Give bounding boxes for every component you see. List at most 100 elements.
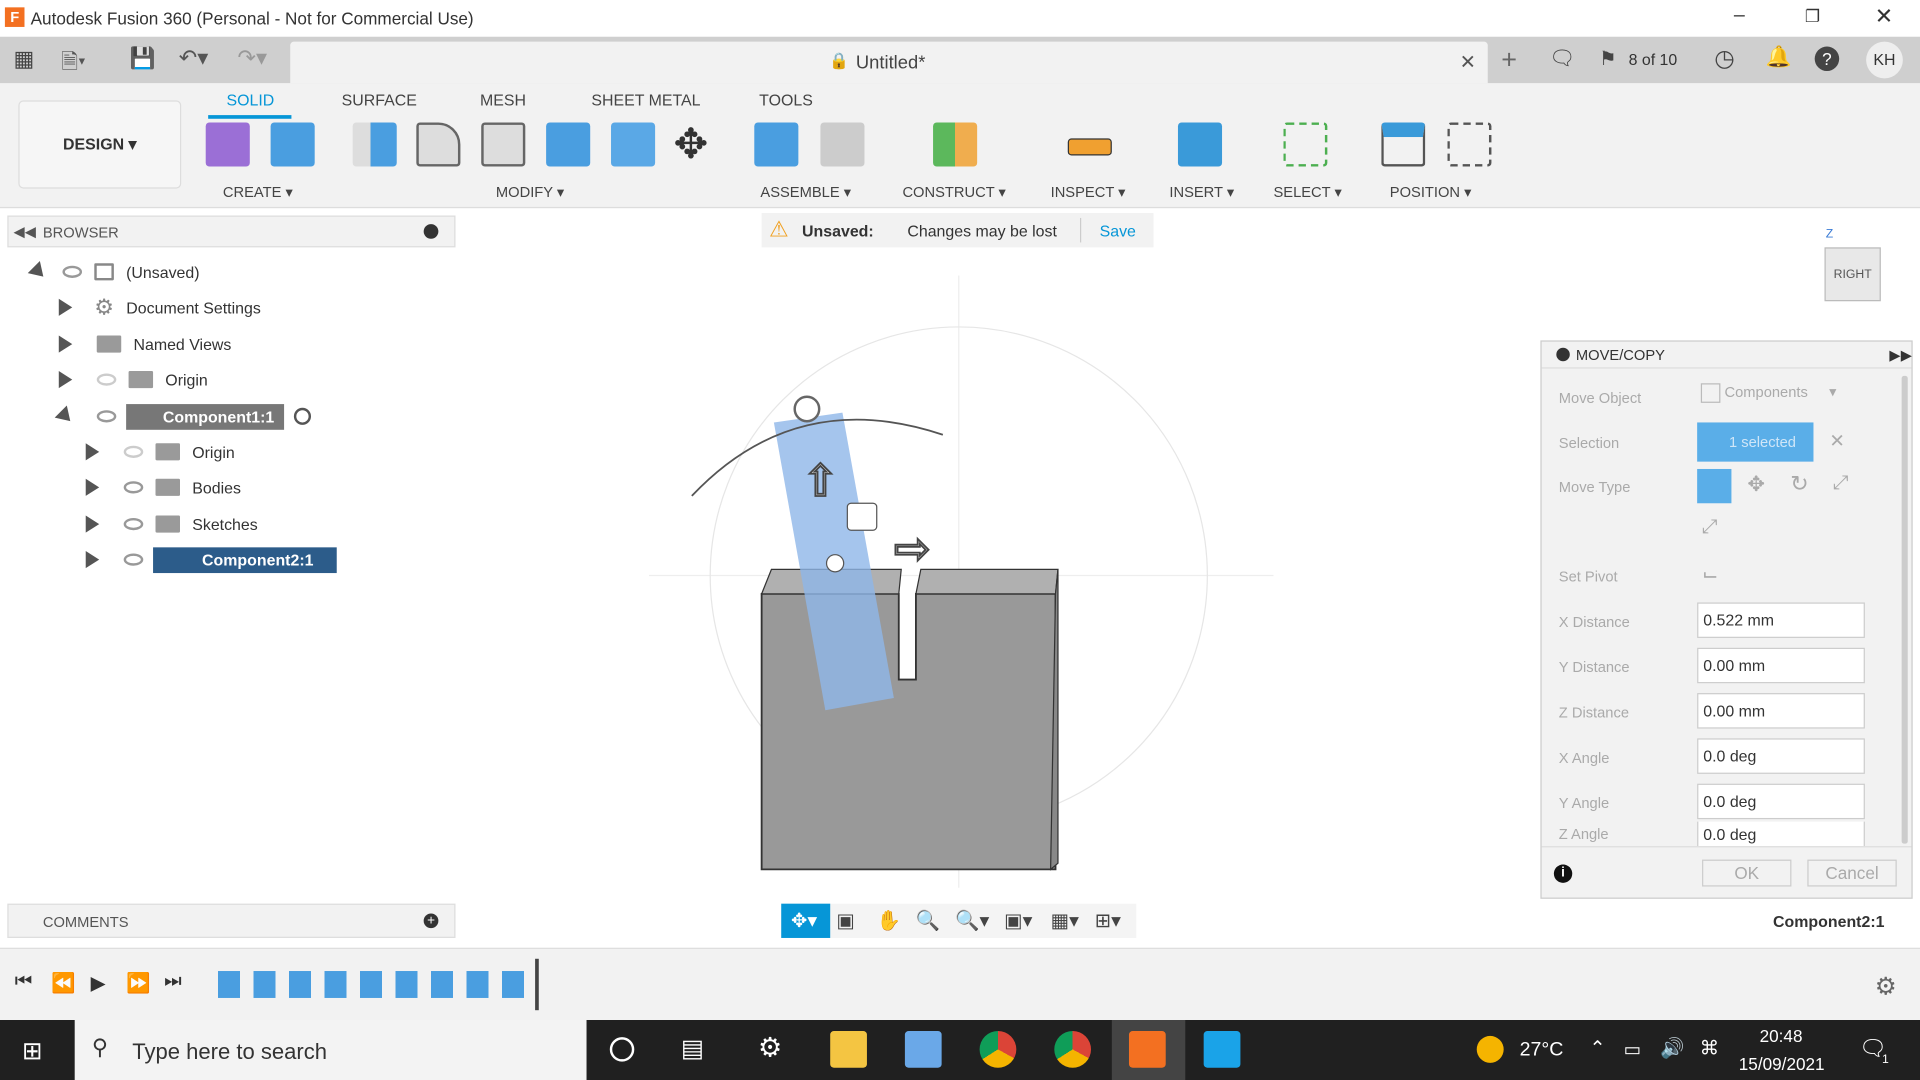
eye-icon[interactable] <box>123 517 144 531</box>
go-to-end-icon[interactable]: ⏭ <box>164 971 182 993</box>
go-to-start-icon[interactable]: ⏮ <box>15 971 33 993</box>
eye-icon[interactable] <box>62 265 83 278</box>
clear-selection-icon[interactable]: ✕ <box>1829 430 1844 452</box>
position-menu[interactable]: POSITION ▾ <box>1390 184 1472 201</box>
pivot-handle[interactable] <box>825 554 845 573</box>
extrude-icon[interactable] <box>270 122 315 167</box>
set-pivot-icon[interactable]: ⌙ <box>1702 562 1718 586</box>
insert-menu[interactable]: INSERT ▾ <box>1169 184 1234 201</box>
weather-icon[interactable] <box>1476 1035 1504 1063</box>
tree-item-component1[interactable]: Component1:1 <box>54 403 312 430</box>
y-angle-input[interactable]: 0.0 deg <box>1697 783 1865 820</box>
ok-button[interactable]: OK <box>1702 859 1792 887</box>
browser-header[interactable]: ◀◀ BROWSER <box>7 215 456 248</box>
save-icon[interactable]: 💾 <box>130 47 156 71</box>
timeline-settings-icon[interactable]: ⚙ <box>1875 971 1897 1002</box>
orbit-icon[interactable]: ✥▾ <box>781 903 831 938</box>
file-explorer-app-icon[interactable] <box>830 1031 867 1068</box>
move-type-free-button[interactable] <box>1697 468 1732 504</box>
tab-surface[interactable]: SURFACE <box>342 91 417 109</box>
selection-button[interactable]: 1 selected <box>1697 422 1814 462</box>
planar-handle[interactable] <box>846 502 878 531</box>
zoom-window-icon[interactable]: 🔍▾ <box>955 909 989 933</box>
apps-grid-icon[interactable]: ▦ <box>13 47 34 73</box>
cancel-button[interactable]: Cancel <box>1807 859 1897 887</box>
new-assembly-component-icon[interactable] <box>754 122 799 167</box>
new-component-icon[interactable] <box>205 122 250 167</box>
eye-icon[interactable] <box>96 410 117 423</box>
viewports-icon[interactable]: ⊞▾ <box>1095 909 1121 933</box>
chrome-app-icon[interactable] <box>979 1031 1017 1068</box>
model-body[interactable] <box>760 568 1059 871</box>
wifi-icon[interactable]: ⌘ <box>1700 1036 1720 1060</box>
z-angle-input[interactable]: 0.0 deg <box>1697 821 1865 847</box>
clock-date[interactable]: 15/09/2021 <box>1739 1054 1825 1074</box>
tree-item-root[interactable]: (Unsaved) <box>27 258 200 285</box>
tree-item-bodies[interactable]: Bodies <box>85 474 241 501</box>
settings-app-icon[interactable]: ⚙ <box>758 1032 782 1064</box>
comment-icon[interactable]: 🗨 <box>1549 47 1575 71</box>
3d-viewport[interactable]: ⇧ ⇨ <box>465 251 1530 894</box>
offset-face-icon[interactable] <box>611 122 656 167</box>
x-arrow-handle[interactable]: ⇨ <box>893 523 932 574</box>
minimize-button[interactable]: – <box>1734 5 1745 27</box>
look-at-icon[interactable]: ▣ <box>836 909 855 933</box>
insert-image-icon[interactable] <box>1177 122 1223 167</box>
select-icon[interactable] <box>1283 122 1328 167</box>
clock-icon[interactable]: ◷ <box>1714 45 1734 73</box>
create-menu[interactable]: CREATE ▾ <box>223 184 293 201</box>
battery-icon[interactable]: ▭ <box>1624 1038 1641 1061</box>
document-tab[interactable]: 🔒 Untitled* ✕ <box>290 41 1488 84</box>
cortana-icon[interactable] <box>609 1037 635 1062</box>
tree-item-sketches[interactable]: Sketches <box>85 511 258 538</box>
tree-item-origin[interactable]: Origin <box>58 366 208 393</box>
construct-menu[interactable]: CONSTRUCT ▾ <box>902 184 1005 201</box>
job-status-icon[interactable]: ⚑ <box>1599 47 1617 71</box>
tree-item-document-settings[interactable]: ⚙ Document Settings <box>58 294 261 321</box>
tree-item-origin-sub[interactable]: Origin <box>85 438 235 465</box>
select-menu[interactable]: SELECT ▾ <box>1273 184 1341 201</box>
bell-icon[interactable]: 🔔 <box>1766 45 1792 69</box>
move-copy-icon[interactable]: ✥ <box>673 120 708 169</box>
move-object-dropdown[interactable]: Components ▾ <box>1700 383 1860 410</box>
viewcube[interactable]: RIGHT <box>1824 247 1881 302</box>
redo-icon[interactable]: ↷▾ <box>238 45 268 71</box>
restore-button[interactable]: ❐ <box>1805 6 1820 27</box>
tree-item-component2[interactable]: Component2:1 <box>85 546 337 573</box>
move-type-rotate-icon[interactable]: ↻ <box>1790 471 1808 497</box>
add-comment-icon[interactable]: + <box>423 913 439 929</box>
timeline-marker[interactable] <box>535 958 539 1011</box>
expand-icon[interactable]: ▶▶ <box>1889 347 1912 364</box>
winrar-app-icon[interactable] <box>904 1031 942 1068</box>
timeline-features[interactable] <box>217 971 537 998</box>
close-tab-icon[interactable]: ✕ <box>1460 50 1476 74</box>
user-avatar[interactable]: KH <box>1866 41 1903 79</box>
eye-icon[interactable] <box>123 481 144 494</box>
x-angle-input[interactable]: 0.0 deg <box>1697 738 1865 774</box>
collapse-icon[interactable]: ◀◀ <box>13 223 36 240</box>
pan-icon[interactable]: ✋ <box>877 909 901 933</box>
close-window-button[interactable]: ✕ <box>1875 4 1893 30</box>
taskbar-search[interactable]: ⚲ Type here to search <box>74 1020 587 1080</box>
dialog-header[interactable]: MOVE/COPY ▶▶ <box>1541 342 1912 369</box>
job-status[interactable]: 8 of 10 <box>1629 50 1678 68</box>
tree-item-named-views[interactable]: Named Views <box>58 331 232 358</box>
browser-minimize-icon[interactable] <box>423 224 439 239</box>
save-link[interactable]: Save <box>1100 222 1136 240</box>
combine-icon[interactable] <box>546 122 591 167</box>
workspace-selector[interactable]: DESIGN ▾ <box>18 100 182 189</box>
eye-hidden-icon[interactable] <box>123 445 144 458</box>
measure-icon[interactable] <box>1067 138 1112 156</box>
start-button[interactable]: ⊞ <box>22 1036 43 1067</box>
info-icon[interactable]: i <box>1553 864 1573 883</box>
chrome-profile-app-icon[interactable] <box>1054 1031 1092 1068</box>
tab-tools[interactable]: TOOLS <box>759 91 813 109</box>
comments-header[interactable]: COMMENTS + <box>7 903 456 938</box>
grid-settings-icon[interactable]: ▦▾ <box>1051 909 1079 933</box>
modify-menu[interactable]: MODIFY ▾ <box>496 184 564 201</box>
y-distance-input[interactable]: 0.00 mm <box>1697 647 1865 684</box>
fusion-app-icon[interactable] <box>1128 1031 1166 1068</box>
tab-solid[interactable]: SOLID <box>227 91 275 109</box>
task-view-icon[interactable]: ▤ <box>681 1033 704 1064</box>
move-type-two-point-icon[interactable]: ⤢ <box>1702 517 1718 539</box>
